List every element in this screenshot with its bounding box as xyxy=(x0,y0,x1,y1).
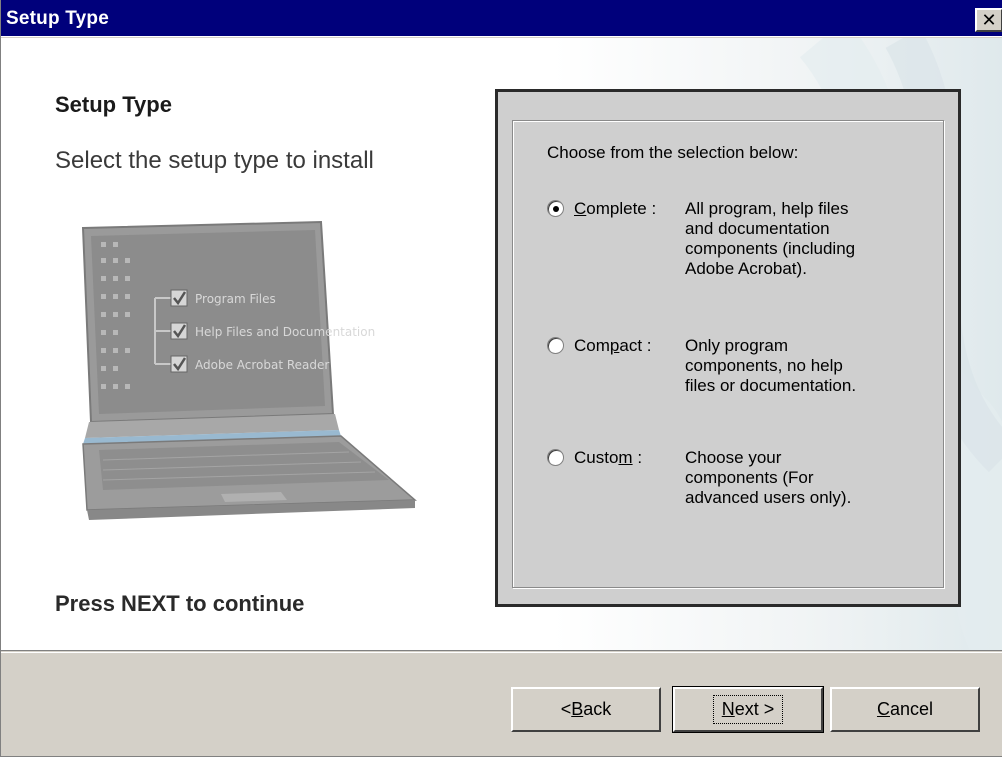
label-text: omplete : xyxy=(586,199,657,218)
window-title: Setup Type xyxy=(6,8,109,29)
desc-line: components (including xyxy=(685,239,856,258)
desc-line: files or documentation. xyxy=(685,376,857,395)
cancel-button[interactable]: Cancel xyxy=(830,687,980,732)
page-subtitle: Select the setup type to install xyxy=(55,147,374,174)
option-label-custom[interactable]: Custom : xyxy=(574,448,642,468)
page-title: Setup Type xyxy=(55,92,172,117)
setup-dialog: Setup Type ✕ Setup Type Select the setup… xyxy=(0,0,1002,757)
desc-line: Choose your xyxy=(685,448,782,467)
label-text: Custo xyxy=(574,448,619,467)
options-group: Choose from the selection below: Complet… xyxy=(512,120,944,588)
setup-options-panel: Choose from the selection below: Complet… xyxy=(495,89,961,607)
label-text: : xyxy=(632,448,643,467)
close-icon: ✕ xyxy=(981,9,997,30)
accelerator-key: C xyxy=(574,199,587,218)
button-text: ack xyxy=(583,699,612,719)
option-desc-compact: Only program components, no help files o… xyxy=(685,336,925,396)
option-desc-complete: All program, help files and documentatio… xyxy=(685,199,925,279)
footer-separator xyxy=(1,650,1002,653)
radio-complete[interactable] xyxy=(547,200,564,217)
desc-line: components (For xyxy=(685,468,814,487)
focus-ring: Next > xyxy=(712,695,784,724)
checklist-item-help-files: Help Files and Documentation xyxy=(195,325,375,339)
checklist-item-program-files: Program Files xyxy=(195,292,276,306)
laptop-illustration: Program Files Help Files and Documentati… xyxy=(81,220,417,520)
radio-compact[interactable] xyxy=(547,337,564,354)
radio-custom[interactable] xyxy=(547,449,564,466)
label-text: Com xyxy=(574,336,610,355)
desc-line: advanced users only). xyxy=(685,488,852,507)
option-label-compact[interactable]: Compact : xyxy=(574,336,652,356)
checklist-item-acrobat-reader: Adobe Acrobat Reader xyxy=(195,358,329,372)
button-text: < xyxy=(560,699,572,719)
accelerator-key: C xyxy=(876,699,890,719)
back-button[interactable]: < Back xyxy=(511,687,661,732)
label-text: act : xyxy=(619,336,652,355)
checklist-checkboxes xyxy=(170,289,188,373)
button-text: ext > xyxy=(734,699,775,719)
desc-line: Adobe Acrobat). xyxy=(685,259,807,278)
accelerator-key: N xyxy=(721,699,735,719)
accelerator-key: B xyxy=(571,699,584,719)
continue-prompt: Press NEXT to continue xyxy=(55,591,305,616)
desc-line: and documentation xyxy=(685,219,830,238)
option-desc-custom: Choose your components (For advanced use… xyxy=(685,448,925,508)
close-button[interactable]: ✕ xyxy=(975,8,1002,32)
button-text: ancel xyxy=(889,699,934,719)
title-bar[interactable]: Setup Type ✕ xyxy=(1,0,1002,37)
next-button[interactable]: Next > xyxy=(672,686,824,733)
content-area: Setup Type Select the setup type to inst… xyxy=(1,38,1002,650)
accelerator-key: m xyxy=(618,448,633,467)
desc-line: Only program xyxy=(685,336,788,355)
desc-line: components, no help xyxy=(685,356,843,375)
options-prompt: Choose from the selection below: xyxy=(547,143,799,162)
accelerator-key: p xyxy=(609,336,620,355)
option-label-complete[interactable]: Complete : xyxy=(574,199,656,219)
desc-line: All program, help files xyxy=(685,199,849,218)
